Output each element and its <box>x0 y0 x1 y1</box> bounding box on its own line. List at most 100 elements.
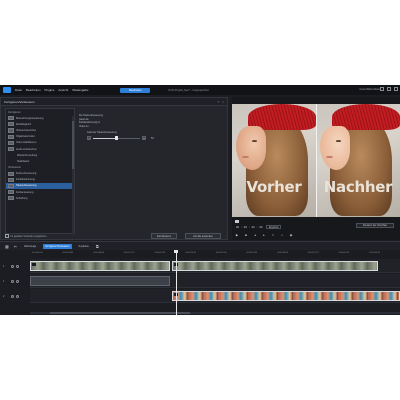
ruler-tick: 00:00:20:20 <box>185 252 196 254</box>
tool-thumbnail-icon <box>8 196 14 201</box>
tool-thumbnail-icon <box>8 190 14 195</box>
preview-window: Vorher Nachher 00 : 00 : 00 : 00 Ergebni… <box>232 97 400 240</box>
audio-clip[interactable] <box>30 276 170 286</box>
tool-list: Korrigieren Beleuchtungsanpassung Weißabgl… <box>5 108 75 234</box>
play-icon[interactable]: ▶ <box>235 233 239 237</box>
track-audio-1[interactable] <box>30 274 400 288</box>
slider-value: 50 <box>151 136 154 140</box>
track-number: 1 <box>3 279 5 283</box>
preview-mode-icon[interactable] <box>235 220 239 223</box>
prev-frame-icon[interactable]: ◂ <box>253 233 257 237</box>
video-preview[interactable]: Vorher Nachher <box>232 104 400 217</box>
menu-bar: Datei Bearbeiten Plugins Ansicht Wiederg… <box>0 85 400 95</box>
clip-nature[interactable] <box>30 261 170 271</box>
tool-list-scrollbar[interactable] <box>72 116 74 236</box>
slider-fill <box>93 137 117 139</box>
tool-item[interactable]: Schärfung <box>6 195 74 201</box>
reset-button[interactable]: Zurücksetzen <box>151 233 177 239</box>
tool-item-label: Wiederherstellung <box>17 153 38 157</box>
before-caption: Vorher <box>246 178 302 196</box>
menu-bearbeiten[interactable]: Bearbeiten <box>26 88 41 92</box>
tool-item-label: Weißabgleich <box>16 122 32 126</box>
split-divider[interactable] <box>315 104 317 217</box>
clip-portraits[interactable] <box>172 291 400 301</box>
before-image: Vorher <box>232 104 316 217</box>
increase-button[interactable]: + <box>142 136 146 141</box>
grid-icon[interactable]: ▦ <box>5 244 9 249</box>
timecode: 00 : 00 : 00 : 00 <box>236 226 263 229</box>
panel-footer: Im geteilten Vorschau vergleichen Zurück… <box>1 232 229 240</box>
tool-thumbnail-icon <box>8 140 14 145</box>
track-number: 1 <box>3 264 5 268</box>
tool-item-label: Objektivkorrektur <box>16 135 35 139</box>
tool-item-label: Audio entrauschen <box>16 147 37 151</box>
render-icon[interactable]: ⧉ <box>96 244 99 249</box>
tool-description: Die Hautverbesserung passt die Farbabsti… <box>79 114 103 128</box>
preview-quality-select[interactable]: Ergebnis <box>266 225 282 229</box>
tool-thumbnail-icon <box>8 134 14 139</box>
minimize-icon[interactable] <box>380 87 384 91</box>
powerdirector-window: Datei Bearbeiten Plugins Ansicht Wiederg… <box>0 85 400 315</box>
ruler-tick: 00:00:00:00 <box>32 252 43 254</box>
fullscreen-icon[interactable]: □ <box>271 233 275 237</box>
tool-item-label: Farbverbesserung <box>16 172 37 176</box>
maximize-icon[interactable] <box>387 87 391 91</box>
app-logo-icon <box>3 87 11 93</box>
close-icon[interactable] <box>394 87 398 91</box>
lock-icon[interactable] <box>11 294 14 298</box>
help-icon[interactable]: ? <box>218 100 220 104</box>
ruler-tick: 00:00:41:16 <box>338 252 350 254</box>
close-panel-icon[interactable]: × <box>222 100 224 104</box>
user-name[interactable]: Gina Müller-Meier <box>359 88 380 91</box>
eye-icon[interactable] <box>16 264 19 268</box>
track-header-video-2: 2 <box>0 289 30 303</box>
menu-datei[interactable]: Datei <box>15 88 22 92</box>
document-title: DVD-Projekt_Neu* - Ungespeichert <box>168 88 210 92</box>
menu-plugins[interactable]: Plugins <box>45 88 55 92</box>
decrease-button[interactable]: − <box>87 136 91 141</box>
ruler-tick: 00:00:29:04 <box>246 252 258 254</box>
ruler-tick: 00:00:37:12 <box>308 252 319 254</box>
lock-icon[interactable] <box>11 279 14 283</box>
snapshot-icon[interactable]: ◉ <box>289 233 293 237</box>
track-header-audio-1: 1 <box>0 274 30 288</box>
fix-enhance-tab[interactable]: Korrigieren/Verbessern <box>43 243 72 249</box>
ruler-tick: 00:00:08:08 <box>93 252 104 254</box>
menu-wiedergabe[interactable]: Wiedergabe <box>72 88 88 92</box>
playhead[interactable] <box>176 250 177 315</box>
timeline-ruler[interactable]: 00:00:00:00 00:00:04:04 00:00:08:08 00:00:1… <box>30 251 400 257</box>
apply-all-button[interactable]: Auf alle anwenden <box>185 233 221 239</box>
after-caption: Nachher <box>323 178 393 196</box>
tools-dropdown[interactable]: Werkzeuge <box>22 244 38 249</box>
lock-icon[interactable] <box>11 264 14 268</box>
cut-icon[interactable]: ✂ <box>14 244 17 249</box>
tool-thumbnail-icon <box>8 128 14 133</box>
timeline-scrollbar[interactable] <box>30 312 400 314</box>
next-frame-icon[interactable]: ▸ <box>262 233 266 237</box>
tool-thumbnail-icon <box>8 122 14 127</box>
track-number: 2 <box>3 294 5 298</box>
tool-item-label: Beleuchtungsanpassung <box>16 116 44 120</box>
ruler-tick: 00:00:12:12 <box>124 252 135 254</box>
tool-item-label: Videoentrauschen <box>16 128 37 132</box>
split-compare-checkbox[interactable] <box>5 234 9 238</box>
eye-icon[interactable] <box>16 294 19 298</box>
clip-photo-selected[interactable] <box>172 261 378 271</box>
menu-ansicht[interactable]: Ansicht <box>58 88 68 92</box>
keyframe-button[interactable]: Keyframe <box>77 244 91 249</box>
volume-icon[interactable]: ◖ <box>280 233 284 237</box>
slider-knob[interactable] <box>115 136 118 141</box>
slider-label: Grad der Hautverbesserung <box>87 131 117 135</box>
slider-track[interactable] <box>93 136 140 141</box>
tool-item-label: Hautverbesserung <box>16 184 37 188</box>
track-video-2[interactable] <box>30 289 400 303</box>
ruler-tick: 00:00:16:16 <box>154 252 166 254</box>
edit-mode-button[interactable]: Bearbeiten <box>120 87 151 93</box>
render-preview-button[interactable]: Rendern der Vorschau <box>356 223 394 228</box>
stop-icon[interactable]: ■ <box>244 233 248 237</box>
speaker-icon[interactable] <box>16 279 19 283</box>
panel-header: Korrigieren/Verbessern ? × <box>1 98 227 106</box>
tool-item-label: Farbanpassung <box>16 190 34 194</box>
track-video-1[interactable] <box>30 259 400 273</box>
playback-controls: 00 : 00 : 00 : 00 Ergebnis Rendern der V… <box>232 219 400 240</box>
